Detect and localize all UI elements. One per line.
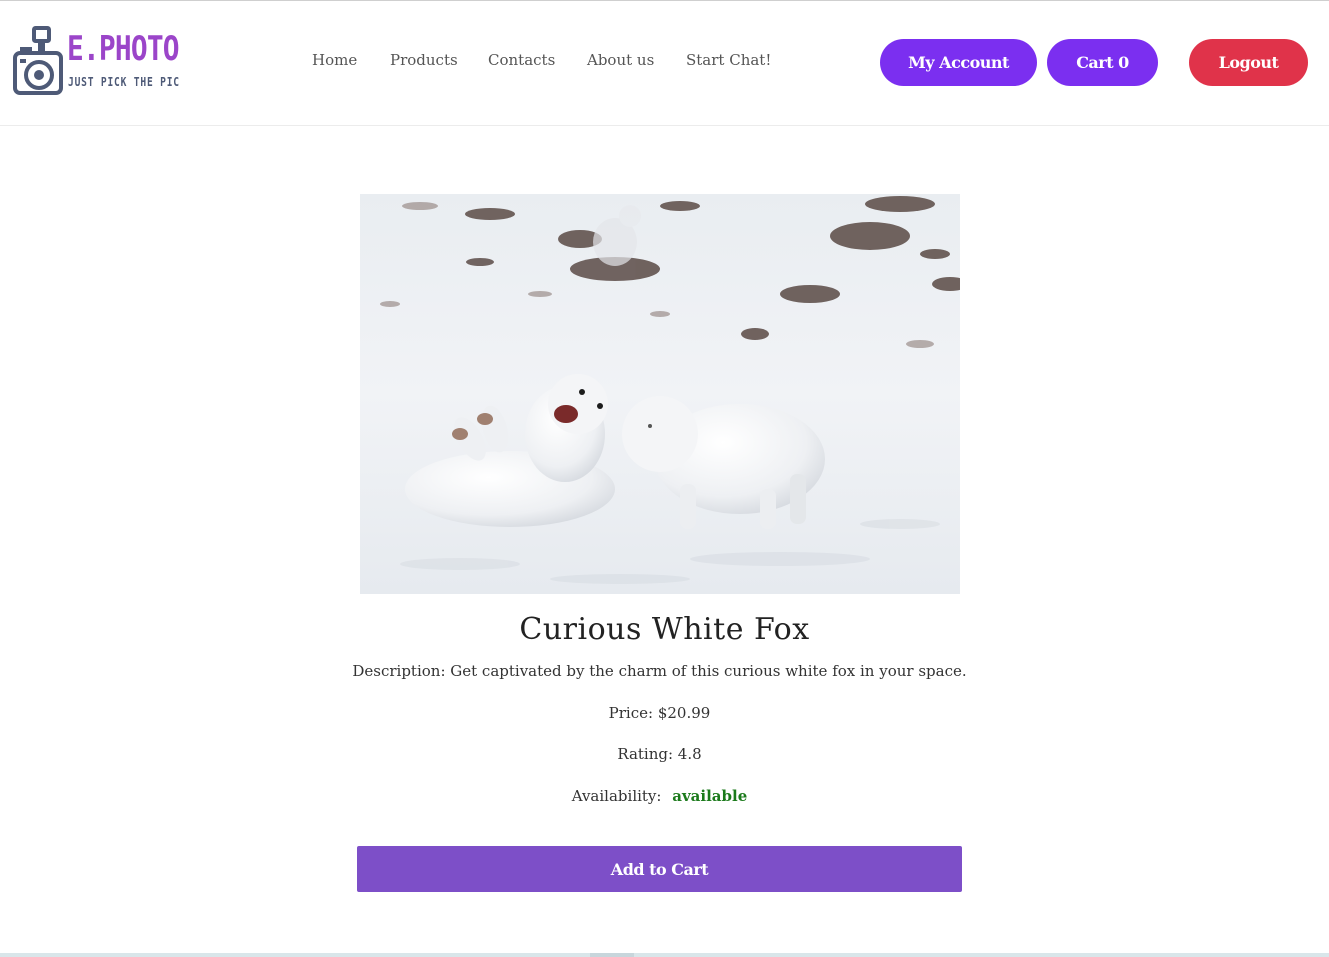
brand-tagline: JUST PICK THE PIC bbox=[68, 75, 180, 89]
brand-logo[interactable]: E.PHOTO JUST PICK THE PIC bbox=[12, 25, 187, 101]
product-price: Price: $20.99 bbox=[608, 704, 711, 722]
product-description: Description: Get captivated by the charm… bbox=[352, 662, 967, 680]
product-title: Curious White Fox bbox=[519, 612, 810, 647]
add-to-cart-button[interactable]: Add to Cart bbox=[357, 846, 962, 892]
product-availability: Availability: available bbox=[0, 787, 1319, 805]
nav-home[interactable]: Home bbox=[312, 51, 357, 69]
cart-button[interactable]: Cart 0 bbox=[1047, 39, 1158, 86]
camera-icon bbox=[13, 26, 63, 95]
nav-start-chat[interactable]: Start Chat! bbox=[686, 51, 771, 69]
site-header: E.PHOTO JUST PICK THE PIC Home Products … bbox=[0, 1, 1329, 126]
bottom-strip bbox=[0, 953, 1329, 957]
logout-button[interactable]: Logout bbox=[1189, 39, 1308, 86]
product-rating: Rating: 4.8 bbox=[617, 745, 702, 763]
availability-label: Availability: bbox=[571, 787, 662, 805]
product-image bbox=[360, 194, 960, 594]
nav-contacts[interactable]: Contacts bbox=[488, 51, 555, 69]
brand-name: E.PHOTO bbox=[67, 29, 180, 69]
my-account-button[interactable]: My Account bbox=[880, 39, 1037, 86]
nav-about-us[interactable]: About us bbox=[587, 51, 654, 69]
nav-products[interactable]: Products bbox=[390, 51, 458, 69]
availability-status: available bbox=[672, 787, 748, 805]
